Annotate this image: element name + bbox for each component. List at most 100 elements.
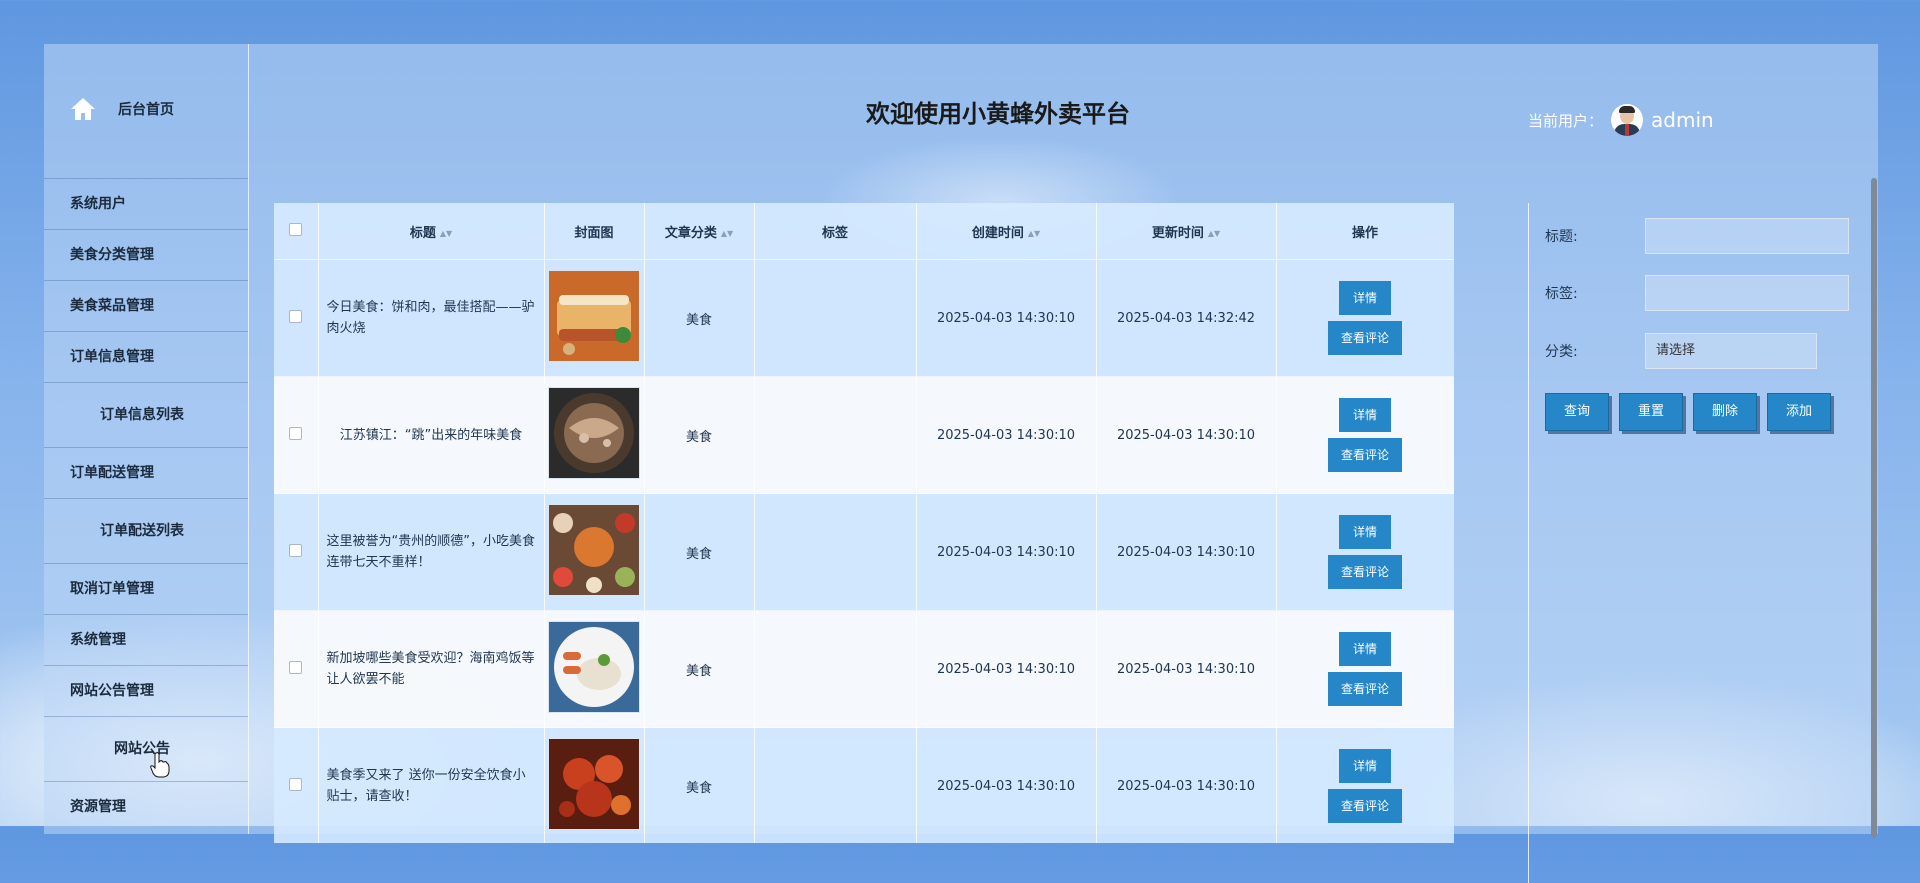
header-cover: 封面图 [544,203,645,260]
row-updated: 2025-04-03 14:30:10 [1096,376,1277,494]
sidebar-item-food-category[interactable]: 美食分类管理 [44,229,248,280]
detail-button[interactable]: 详情 [1339,515,1391,549]
header-updated[interactable]: 更新时间 ▲▼ [1096,203,1277,260]
row-tags [754,259,917,377]
row-category: 美食 [644,376,755,494]
detail-button[interactable]: 详情 [1339,281,1391,315]
view-comments-button[interactable]: 查看评论 [1328,789,1402,823]
sidebar-item-order-delivery-list[interactable]: 订单配送列表 [44,498,248,563]
sidebar-item-order-delivery[interactable]: 订单配送管理 [44,447,248,498]
header-category[interactable]: 文章分类 ▲▼ [644,203,755,260]
current-user: 当前用户： admin [1528,104,1714,136]
header-tags: 标签 [754,203,917,260]
scrollbar[interactable] [1871,178,1877,838]
search-panel: 标题: 标签: 分类: 请选择 查询 重置 删除 添加 [1528,203,1919,883]
row-title: 今日美食：饼和肉，最佳搭配——驴肉火烧 [318,259,545,377]
page-title: 欢迎使用小黄蜂外卖平台 [866,100,1130,128]
row-checkbox[interactable] [289,660,303,674]
table-row: 这里被誉为“贵州的顺德”，小吃美食连带七天不重样！ 美食 2025-04-03 … [274,493,1454,611]
row-created: 2025-04-03 14:30:10 [916,259,1097,377]
home-icon [71,98,95,120]
row-tags [754,493,917,611]
cover-image [548,621,640,713]
cover-image [548,270,640,362]
row-checkbox[interactable] [289,777,303,791]
header-created-label: 创建时间 [971,225,1024,241]
select-all-cell [274,203,319,260]
row-checkbox[interactable] [289,309,303,323]
home-link[interactable]: 后台首页 [70,96,174,122]
add-button[interactable]: 添加 [1767,393,1831,431]
header-title[interactable]: 标题 ▲▼ [318,203,545,260]
row-tags [754,376,917,494]
header-created[interactable]: 创建时间 ▲▼ [916,203,1097,260]
tags-filter-input[interactable] [1645,275,1849,311]
row-checkbox[interactable] [289,426,303,440]
select-all-checkbox[interactable] [289,222,303,236]
sidebar-item-food-dishes[interactable]: 美食菜品管理 [44,280,248,331]
row-checkbox[interactable] [289,543,303,557]
current-user-label: 当前用户： [1528,111,1604,130]
table-row: 今日美食：饼和肉，最佳搭配——驴肉火烧 美食 2025-04-03 14:30:… [274,259,1454,377]
sidebar-item-order-info[interactable]: 订单信息管理 [44,331,248,382]
tags-filter-label: 标签: [1545,286,1578,302]
row-title: 这里被誉为“贵州的顺德”，小吃美食连带七天不重样！ [318,493,545,611]
app-frame: 后台首页 系统用户 美食分类管理 美食菜品管理 订单信息管理 订单信息列表 订单… [44,44,1878,883]
detail-button[interactable]: 详情 [1339,749,1391,783]
sidebar-item-cancel-orders[interactable]: 取消订单管理 [44,563,248,614]
header-title-label: 标题 [409,225,436,241]
row-title: 江苏镇江：“跳”出来的年味美食 [318,376,545,494]
sidebar: 后台首页 系统用户 美食分类管理 美食菜品管理 订单信息管理 订单信息列表 订单… [44,44,249,834]
view-comments-button[interactable]: 查看评论 [1328,321,1402,355]
header-category-label: 文章分类 [664,225,717,241]
avatar[interactable] [1611,104,1644,136]
title-filter-label: 标题: [1545,229,1578,245]
cover-image [548,504,640,596]
view-comments-button[interactable]: 查看评论 [1328,555,1402,589]
title-filter-input[interactable] [1645,218,1849,254]
query-button[interactable]: 查询 [1545,393,1609,431]
detail-button[interactable]: 详情 [1339,632,1391,666]
home-label: 后台首页 [118,102,174,118]
tags-filter: 标签: [1545,275,1849,311]
category-filter-label: 分类: [1545,344,1578,360]
sidebar-item-system-management[interactable]: 系统管理 [44,614,248,665]
table-row: 新加坡哪些美食受欢迎？海南鸡饭等让人欲罢不能 美食 2025-04-03 14:… [274,610,1454,728]
row-updated: 2025-04-03 14:30:10 [1096,493,1277,611]
header-actions: 操作 [1276,203,1454,260]
detail-button[interactable]: 详情 [1339,398,1391,432]
sidebar-item-order-info-list[interactable]: 订单信息列表 [44,382,248,447]
sort-icon[interactable]: ▲▼ [1028,229,1040,238]
user-name[interactable]: admin [1651,108,1714,132]
sort-icon[interactable]: ▲▼ [721,229,733,238]
view-comments-button[interactable]: 查看评论 [1328,672,1402,706]
row-category: 美食 [644,493,755,611]
reset-button[interactable]: 重置 [1619,393,1683,431]
row-title: 新加坡哪些美食受欢迎？海南鸡饭等让人欲罢不能 [318,610,545,728]
sidebar-item-resources[interactable]: 资源管理 [44,781,248,832]
cover-image [548,387,640,479]
sort-icon[interactable]: ▲▼ [1208,229,1220,238]
row-category: 美食 [644,259,755,377]
table-row: 江苏镇江：“跳”出来的年味美食 美食 2025-04-03 14:30:10 2… [274,376,1454,494]
row-updated: 2025-04-03 14:32:42 [1096,259,1277,377]
row-created: 2025-04-03 14:30:10 [916,493,1097,611]
search-actions: 查询 重置 删除 添加 [1545,393,1831,431]
sidebar-item-announcements[interactable]: 网站公告 [44,716,248,781]
hand-cursor-icon [150,752,170,778]
title-filter: 标题: [1545,218,1849,254]
delete-button[interactable]: 删除 [1693,393,1757,431]
row-tags [754,610,917,728]
row-updated: 2025-04-03 14:30:10 [1096,610,1277,728]
sort-icon[interactable]: ▲▼ [440,229,452,238]
sidebar-menu: 系统用户 美食分类管理 美食菜品管理 订单信息管理 订单信息列表 订单配送管理 … [44,178,248,832]
article-table: 标题 ▲▼ 封面图 文章分类 ▲▼ 标签 创建时间 ▲▼ 更新时间 ▲▼ 操作 今日美食… [274,203,1454,843]
view-comments-button[interactable]: 查看评论 [1328,438,1402,472]
row-created: 2025-04-03 14:30:10 [916,610,1097,728]
sidebar-item-system-users[interactable]: 系统用户 [44,178,248,229]
sidebar-item-announcement-management[interactable]: 网站公告管理 [44,665,248,716]
category-filter: 分类: 请选择 [1545,333,1817,369]
row-created: 2025-04-03 14:30:10 [916,376,1097,494]
category-select[interactable]: 请选择 [1645,333,1817,369]
row-category: 美食 [644,610,755,728]
